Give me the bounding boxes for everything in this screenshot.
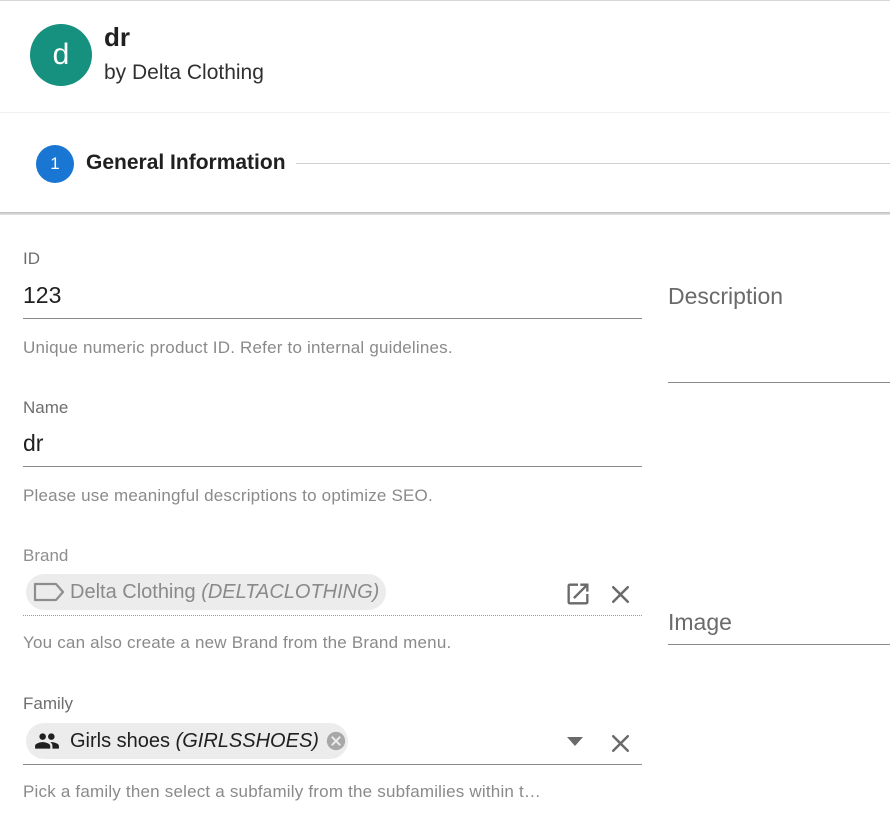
step-connector-line [296, 163, 890, 164]
id-field-label: ID [23, 249, 40, 268]
id-field[interactable]: 123 [23, 282, 61, 309]
family-chip-name: Girls shoes [70, 729, 171, 752]
brand-chip-name: Delta Clothing [70, 580, 196, 603]
top-border [0, 0, 890, 1]
family-field-hint: Pick a family then select a subfamily fr… [23, 782, 542, 801]
image-field[interactable] [668, 644, 890, 645]
stepper-divider [0, 212, 890, 215]
brand-clear-icon[interactable] [608, 582, 633, 612]
description-field[interactable] [668, 382, 890, 383]
family-field-underline [23, 764, 642, 765]
description-field-label: Description [668, 283, 784, 309]
name-field-underline [23, 466, 642, 467]
step-number-badge[interactable]: 1 [36, 145, 74, 183]
family-chip[interactable]: Girls shoes (GIRLSSHOES) [26, 723, 348, 759]
people-icon [30, 728, 64, 754]
name-field[interactable]: dr [23, 430, 43, 457]
image-field-label: Image [668, 609, 732, 635]
page-subtitle: by Delta Clothing [104, 61, 264, 84]
id-field-hint: Unique numeric product ID. Refer to inte… [23, 338, 453, 357]
brand-field-hint: You can also create a new Brand from the… [23, 633, 452, 652]
header-divider [0, 112, 890, 113]
brand-field-label: Brand [23, 546, 69, 565]
family-clear-icon[interactable] [608, 731, 633, 761]
id-field-underline [23, 318, 642, 319]
brand-chip[interactable]: Delta Clothing (DELTACLOTHING) [26, 574, 386, 610]
open-in-new-icon[interactable] [564, 580, 592, 613]
avatar: d [30, 24, 92, 86]
step-label[interactable]: General Information [86, 151, 286, 175]
brand-chip-code: (DELTACLOTHING) [201, 580, 380, 603]
page-title: dr [104, 22, 130, 52]
family-chip-code: (GIRLSSHOES) [175, 729, 319, 752]
name-field-hint: Please use meaningful descriptions to op… [23, 486, 433, 505]
label-tag-icon [32, 581, 66, 603]
name-field-label: Name [23, 398, 69, 417]
caret-down-icon[interactable] [565, 734, 585, 753]
family-field-label: Family [23, 694, 74, 713]
brand-field-underline [23, 615, 642, 616]
cancel-circle-icon[interactable] [325, 730, 347, 752]
